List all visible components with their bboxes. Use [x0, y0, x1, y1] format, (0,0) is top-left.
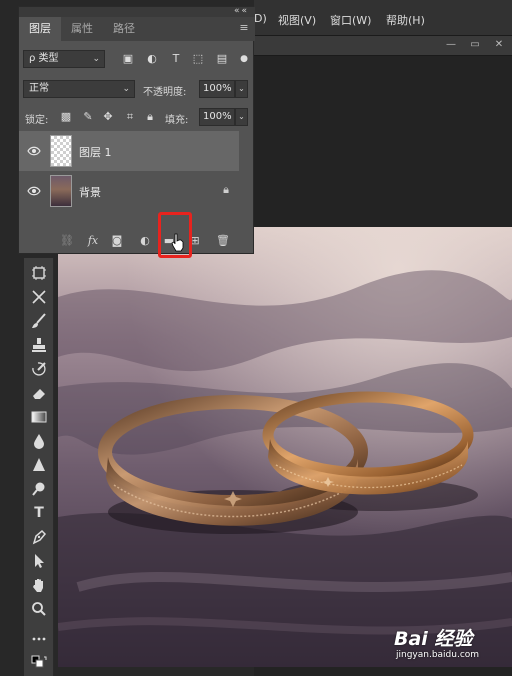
fill-label: 填充:: [165, 115, 189, 126]
sharpen-tool-icon[interactable]: [30, 456, 48, 474]
blend-mode-dropdown[interactable]: 正常 ⌄: [23, 80, 135, 98]
crop-tool-icon[interactable]: [30, 288, 48, 306]
fx-icon[interactable]: fx: [85, 234, 101, 248]
artboard-tool-icon[interactable]: [30, 264, 48, 282]
layer-row-layer1[interactable]: 图层 1: [19, 131, 239, 171]
smart-object-filter-icon[interactable]: ▤: [215, 52, 229, 66]
menu-item-help[interactable]: 帮助(H): [386, 12, 425, 28]
baidu-watermark: Bai 经验 jingyan.baidu.com: [386, 618, 506, 668]
adjustment-filter-icon[interactable]: ◐: [145, 52, 159, 66]
lock-all-icon[interactable]: 🔒︎: [143, 110, 157, 124]
history-brush-tool-icon[interactable]: [30, 360, 48, 378]
dodge-tool-icon[interactable]: [30, 480, 48, 498]
panel-tabs: 图层 属性 路径 ≡: [19, 17, 255, 41]
fill-dropdown-icon[interactable]: ⌄: [235, 108, 248, 126]
layer-name: 背景: [79, 186, 101, 199]
layer-name: 图层 1: [79, 146, 112, 159]
hand-cursor-icon: [171, 233, 184, 252]
panel-menu-icon[interactable]: ≡: [237, 21, 251, 35]
lock-row: 锁定: ▩ ✎ ✥ ⌗ 🔒︎ 填充: 100% ⌄: [19, 107, 255, 129]
layer-thumbnail-transparent: [50, 135, 72, 167]
document-tab-bar: — ▭ ✕: [254, 36, 512, 56]
fill-input[interactable]: 100%: [199, 108, 235, 126]
type-filter-icon[interactable]: T: [169, 52, 183, 66]
panel-header-strip: ««: [19, 6, 255, 17]
lock-label: 锁定:: [25, 115, 49, 126]
layer-row-background[interactable]: 背景 🔒︎: [19, 171, 239, 211]
image-canvas[interactable]: [58, 227, 512, 667]
adjustment-layer-icon[interactable]: ◐: [137, 234, 153, 248]
lock-position-icon[interactable]: ✥: [101, 110, 115, 124]
lock-icon: 🔒︎: [223, 183, 229, 196]
tools-panel: T: [24, 258, 54, 676]
blend-mode-value: 正常: [29, 83, 49, 94]
type-tool-icon[interactable]: T: [30, 504, 48, 522]
filter-toggle-icon[interactable]: ●: [237, 52, 251, 66]
opacity-input[interactable]: 100%: [199, 80, 235, 98]
delete-layer-icon[interactable]: 🗑︎: [215, 234, 231, 248]
watermark-logo-text: Bai 经验: [394, 628, 473, 650]
visibility-eye-icon[interactable]: [27, 184, 41, 198]
tab-layers[interactable]: 图层: [19, 17, 61, 41]
lock-transparent-pixels-icon[interactable]: ▩: [59, 110, 73, 124]
rings-photo: [58, 227, 512, 667]
hand-tool-icon[interactable]: [30, 576, 48, 594]
add-mask-icon[interactable]: ◙: [109, 234, 125, 248]
menu-item-window[interactable]: 窗口(W): [330, 12, 371, 28]
lock-image-pixels-icon[interactable]: ✎: [81, 110, 95, 124]
path-selection-tool-icon[interactable]: [30, 552, 48, 570]
tab-paths[interactable]: 路径: [103, 17, 145, 41]
shape-filter-icon[interactable]: ⬚: [191, 52, 205, 66]
collapse-panel-icon[interactable]: ««: [234, 6, 249, 16]
default-colors-icon[interactable]: [30, 654, 48, 672]
chevron-down-icon: ⌄: [92, 54, 100, 64]
opacity-label: 不透明度:: [143, 87, 187, 98]
blur-tool-icon[interactable]: [30, 432, 48, 450]
link-layers-icon[interactable]: ⛓: [59, 234, 75, 248]
menu-bar: D) 视图(V) 窗口(W) 帮助(H): [254, 0, 512, 36]
opacity-dropdown-icon[interactable]: ⌄: [235, 80, 248, 98]
pen-tool-icon[interactable]: [30, 528, 48, 546]
more-tools-icon[interactable]: [30, 630, 48, 648]
close-icon[interactable]: ✕: [492, 39, 506, 51]
lock-artboard-icon[interactable]: ⌗: [123, 110, 137, 124]
watermark-url: jingyan.baidu.com: [396, 650, 480, 660]
menu-item-image[interactable]: D): [254, 12, 267, 25]
layer-filter-dropdown[interactable]: ρ 类型 ⌄: [23, 50, 105, 68]
zoom-tool-icon[interactable]: [30, 600, 48, 618]
brush-tool-icon[interactable]: [30, 312, 48, 330]
gradient-tool-icon[interactable]: [30, 408, 48, 426]
tab-properties[interactable]: 属性: [61, 17, 103, 41]
clone-stamp-tool-icon[interactable]: [30, 336, 48, 354]
layers-panel: «« 图层 属性 路径 ≡ ρ 类型 ⌄ ▣ ◐ T ⬚ ▤ ● 正常 ⌄ 不透…: [18, 6, 255, 254]
visibility-eye-icon[interactable]: [27, 144, 41, 158]
layers-action-bar: ⛓ fx ◙ ◐ ▬ ⊞ 🗑︎: [19, 229, 255, 253]
maximize-icon[interactable]: ▭: [468, 39, 482, 51]
photoshop-window: D) 视图(V) 窗口(W) 帮助(H) — ▭ ✕ «« 图层 属性 路径 ≡…: [0, 0, 512, 676]
layer-thumbnail-photo: [50, 175, 72, 207]
minimize-icon[interactable]: —: [444, 39, 458, 51]
blend-row: 正常 ⌄ 不透明度: 100% ⌄: [19, 79, 255, 101]
eraser-tool-icon[interactable]: [30, 384, 48, 402]
layer-filter-label: ρ 类型: [29, 53, 59, 64]
menu-item-view[interactable]: 视图(V): [278, 12, 316, 28]
chevron-down-icon: ⌄: [122, 84, 130, 94]
filter-row: ρ 类型 ⌄ ▣ ◐ T ⬚ ▤ ●: [19, 49, 255, 71]
image-filter-icon[interactable]: ▣: [121, 52, 135, 66]
